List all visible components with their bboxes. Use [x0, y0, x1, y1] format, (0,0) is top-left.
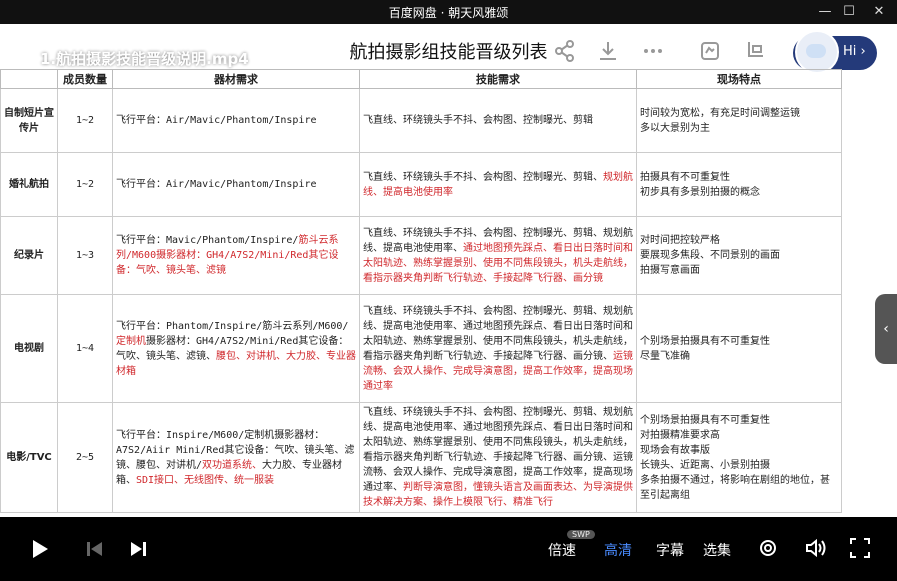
skill-text: 飞直线、环绕镜头手不抖、会构图、控制曝光、剪辑、	[363, 171, 603, 183]
skill-table: 成员数量 器材需求 技能需求 现场特点 自制短片宣传片 1~2 飞行平台：Air/M…	[0, 69, 842, 513]
row-skills: 飞直线、环绕镜头手不抖、会构图、控制曝光、剪辑、规划航线、提高电池使用率	[359, 152, 637, 217]
pip-icon[interactable]	[745, 40, 765, 66]
header-count: 成员数量	[57, 69, 113, 89]
equipment-text: 飞行平台：Inspire/M600/定制机	[116, 429, 275, 441]
table-header-row: 成员数量 器材需求 技能需求 现场特点	[0, 69, 842, 89]
header-features: 现场特点	[636, 69, 842, 89]
row-category: 电影/TVC	[0, 402, 58, 513]
feature-line: 多以大景别为主	[640, 122, 710, 134]
table-row: 纪录片 1~3 飞行平台：Mavic/Phantom/Inspire/筋斗云系列/M…	[0, 216, 842, 295]
settings-icon[interactable]	[758, 538, 778, 558]
equipment-text: 定制机	[116, 335, 146, 347]
equipment-text: 飞行平台：Mavic/Phantom/Inspire/	[116, 235, 299, 246]
row-category: 电视剧	[0, 294, 58, 403]
equipment-text: SDI接口、无线图传、统一服装	[136, 474, 275, 486]
row-skills: 飞直线、环绕镜头手不抖、会构图、控制曝光、剪辑、规划航线、提高电池使用率、通过地…	[359, 294, 637, 403]
feature-line: 拍摄写意画面	[640, 265, 700, 276]
row-count: 1~2	[57, 88, 113, 153]
row-category: 自制短片宣传片	[0, 88, 58, 153]
next-icon[interactable]	[130, 541, 148, 557]
table-row: 自制短片宣传片 1~2 飞行平台：Air/Mavic/Phantom/Inspire…	[0, 88, 842, 153]
row-features: 个别场景拍摄具有不可重复性 尽量飞准确	[636, 294, 842, 403]
row-count: 1~2	[57, 152, 113, 217]
feature-line: 个别场景拍摄具有不可重复性	[640, 335, 770, 347]
skill-text: 飞直线、环绕镜头手不抖、会构图、控制曝光、剪辑、规划航线、提高电池使用率、通过地…	[363, 407, 633, 493]
feature-line: 对时间把控较严格	[640, 235, 720, 246]
chevron-left-icon: ‹	[883, 321, 889, 337]
fullscreen-icon[interactable]	[850, 538, 870, 558]
row-features: 时间较为宽松，有充足时间调整运镜 多以大景别为主	[636, 88, 842, 153]
skill-text: 飞直线、环绕镜头手不抖、会构图、控制曝光、剪辑、规划航线、提高电池使用率、通过地…	[363, 305, 633, 362]
equipment-text: 摄影器材：GH4/A7S2/Mini/Red	[156, 250, 309, 261]
table-row: 婚礼航拍 1~2 飞行平台：Air/Mavic/Phantom/Inspire 飞直线…	[0, 152, 842, 217]
equipment-text: 飞行平台：Air/Mavic/Phantom/Inspire	[116, 115, 317, 126]
feature-line: 长镜头、近距离、小景别拍摄	[640, 459, 770, 471]
ai-assistant-button[interactable]: Hi ›	[793, 30, 877, 74]
ai-assistant-label: Hi ›	[843, 44, 866, 59]
minimize-button[interactable]: —	[814, 2, 836, 22]
header-category	[0, 69, 58, 89]
robot-avatar-icon	[795, 30, 839, 74]
video-file-name: 1.航拍摄影技能晋级说明.mp4	[40, 50, 249, 68]
window-titlebar: 百度网盘 · 朝天风雅颂 — ☐ ✕	[0, 0, 897, 24]
row-category: 婚礼航拍	[0, 152, 58, 217]
equipment-text: 双功道系统、	[202, 459, 263, 471]
feature-line: 拍摄具有不可重复性	[640, 171, 730, 183]
row-equipment: 飞行平台：Phantom/Inspire/筋斗云系列/M600/定制机摄影器材：…	[112, 294, 360, 403]
skill-text: 判断导演意图，懂镜头语言及画面表达、为导演提供技术解决方案、操作上模限飞行、精准…	[363, 482, 633, 508]
row-category: 纪录片	[0, 216, 58, 295]
equipment-text: 飞行平台：Air/Mavic/Phantom/Inspire	[116, 179, 317, 190]
feature-line: 个别场景拍摄具有不可重复性	[640, 414, 770, 426]
row-equipment: 飞行平台：Inspire/M600/定制机摄影器材：A7S2/Aiir Mini…	[112, 402, 360, 513]
row-count: 1~4	[57, 294, 113, 403]
row-equipment: 飞行平台：Air/Mavic/Phantom/Inspire	[112, 152, 360, 217]
collapse-panel-tab[interactable]: ‹	[875, 294, 897, 364]
row-count: 2~5	[57, 402, 113, 513]
row-count: 1~3	[57, 216, 113, 295]
more-icon[interactable]	[642, 40, 664, 66]
row-skills: 飞直线、环绕镜头手不抖、会构图、控制曝光、剪辑、规划航线、提高电池使用率、通过地…	[359, 216, 637, 295]
table-row: 电影/TVC 2~5 飞行平台：Inspire/M600/定制机摄影器材：A7S2/…	[0, 402, 842, 513]
feature-line: 对拍摄精准要求高	[640, 429, 720, 441]
previous-icon[interactable]	[86, 541, 104, 557]
row-equipment: 飞行平台：Air/Mavic/Phantom/Inspire	[112, 88, 360, 153]
speed-button[interactable]: 倍速	[548, 540, 576, 560]
swp-badge: SWP	[567, 530, 595, 539]
row-skills: 飞直线、环绕镜头手不抖、会构图、控制曝光、剪辑、规划航线、提高电池使用率、通过地…	[359, 402, 637, 513]
row-features: 拍摄具有不可重复性初步具有多景别拍摄的概念	[636, 152, 842, 217]
feature-line: 要展现多焦段、不同景别的画面	[640, 250, 780, 261]
window-title: 百度网盘 · 朝天风雅颂	[388, 6, 509, 20]
header-skills: 技能需求	[359, 69, 637, 89]
download-icon[interactable]	[598, 40, 618, 66]
screenshot-icon[interactable]	[700, 40, 720, 66]
skill-text: 飞直线、环绕镜头手不抖、会构图、控制曝光、剪辑	[363, 115, 593, 126]
row-skills: 飞直线、环绕镜头手不抖、会构图、控制曝光、剪辑	[359, 88, 637, 153]
feature-line: 初步具有多景别拍摄的概念	[640, 186, 760, 198]
volume-icon[interactable]	[805, 538, 827, 558]
video-stage[interactable]: 航拍摄影组技能晋级列表 1.航拍摄影技能晋级说明.mp4 Hi › 成员数量 器…	[0, 24, 897, 541]
feature-line: 多条拍摄不通过，将影响在剧组的地位，甚至引起离组	[640, 474, 830, 501]
equipment-text: 飞行平台：Phantom/Inspire/筋斗云系列/M600/	[116, 320, 349, 332]
subtitles-button[interactable]: 字幕	[656, 540, 684, 560]
close-button[interactable]: ✕	[868, 2, 890, 22]
row-equipment: 飞行平台：Mavic/Phantom/Inspire/筋斗云系列/M600摄影器…	[112, 216, 360, 295]
row-features: 个别场景拍摄具有不可重复性 对拍摄精准要求高 现场会有故事版长镜头、近距离、小景别拍…	[636, 402, 842, 513]
quality-button[interactable]: 高清	[604, 540, 632, 560]
feature-line: 尽量飞准确	[640, 350, 690, 362]
feature-line: 现场会有故事版	[640, 444, 710, 456]
header-equipment: 器材需求	[112, 69, 360, 89]
table-row: 电视剧 1~4 飞行平台：Phantom/Inspire/筋斗云系列/M600/定制…	[0, 294, 842, 403]
episodes-button[interactable]: 选集	[703, 540, 731, 560]
equipment-text: 摄影器材：GH4/A7S2/Mini/Red	[146, 335, 299, 347]
play-icon[interactable]	[30, 538, 50, 560]
table-body: 自制短片宣传片 1~2 飞行平台：Air/Mavic/Phantom/Inspire…	[0, 88, 842, 513]
maximize-button[interactable]: ☐	[838, 2, 860, 22]
feature-line: 时间较为宽松，有充足时间调整运镜	[640, 107, 800, 119]
share-icon[interactable]	[555, 40, 575, 66]
row-features: 对时间把控较严格要展现多焦段、不同景别的画面 拍摄写意画面	[636, 216, 842, 295]
